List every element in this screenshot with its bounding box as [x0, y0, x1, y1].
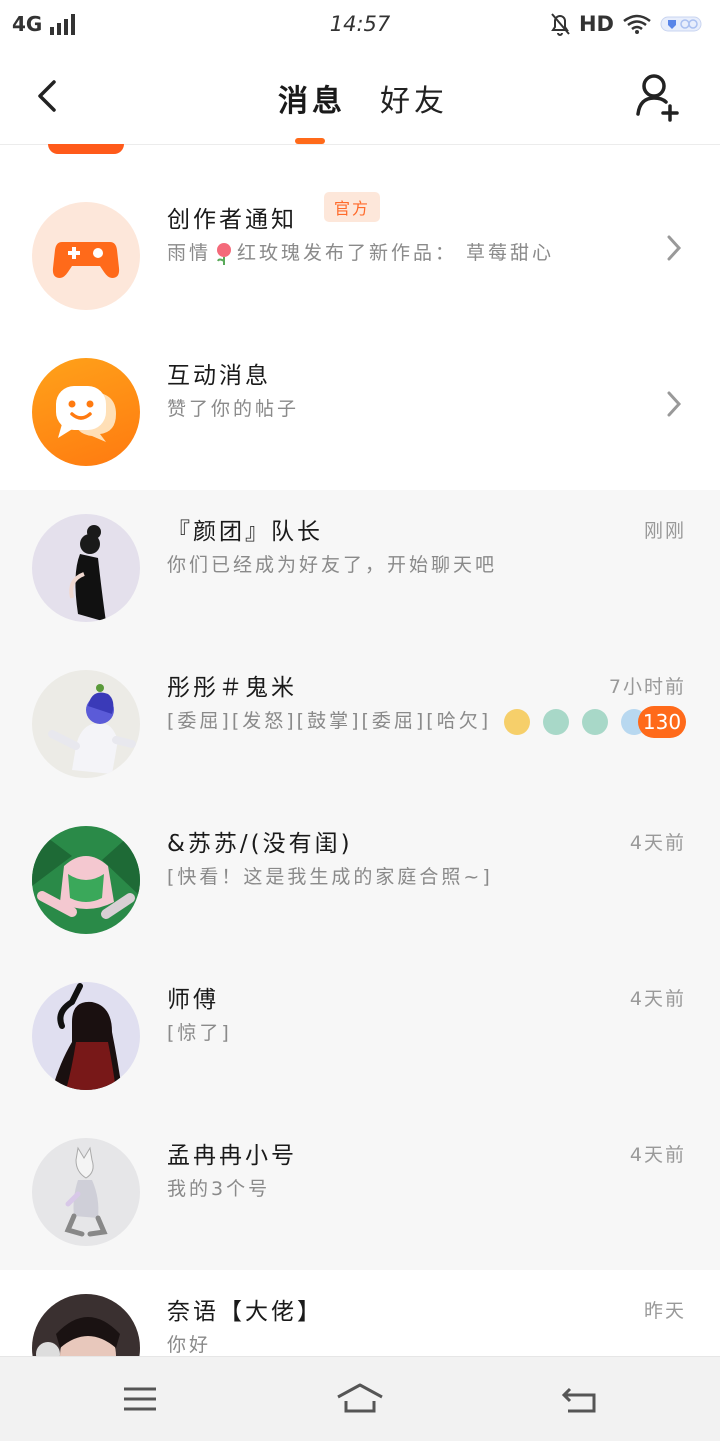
mute-bell-icon	[551, 13, 570, 36]
chat-name: 师傅	[167, 987, 219, 1013]
avatar-image	[64, 1146, 108, 1237]
avatar-image	[52, 983, 122, 1090]
chat-name: 奈语【大佬】	[167, 1299, 323, 1325]
avatar-image	[48, 684, 136, 774]
creator-notification-title: 创作者通知	[167, 207, 297, 233]
chat-time: 刚刚	[643, 520, 686, 542]
chat-preview: [惊了]	[167, 1022, 232, 1044]
interaction-messages-preview: 赞了你的帖子	[167, 398, 300, 420]
chat-row[interactable]: 彤彤＃鬼米 [委屈][发怒][鼓掌][委屈][哈欠] 7小时前 130	[0, 646, 720, 802]
home-icon[interactable]	[336, 1381, 384, 1417]
crying-emoji-icon	[543, 708, 570, 735]
chevron-right-icon	[667, 391, 682, 417]
interaction-messages-row[interactable]: 互动消息 赞了你的帖子	[0, 334, 720, 490]
chat-time: 7小时前	[608, 676, 686, 698]
chevron-right-icon	[667, 235, 682, 261]
return-icon[interactable]	[560, 1381, 600, 1417]
creator-notification-preview: 雨情 红玫瑰发布了新作品： 草莓甜心	[167, 238, 554, 266]
chat-name: 彤彤＃鬼米	[167, 675, 297, 701]
active-tab-indicator	[295, 138, 325, 144]
chat-preview: 我的3个号	[167, 1178, 271, 1200]
chat-row[interactable]: &苏苏/(没有闺) [快看！这是我生成的家庭合照~] 4天前	[0, 802, 720, 958]
top-nav: 消息 好友	[0, 50, 720, 145]
chat-row[interactable]: 奈语【大佬】 你好 昨天	[0, 1270, 720, 1356]
creator-notification-avatar	[32, 202, 140, 310]
avatar	[32, 1138, 140, 1246]
gamepad-icon	[52, 242, 120, 278]
avatar	[32, 514, 140, 622]
chat-name: 『颜团』队长	[167, 519, 323, 545]
chat-row[interactable]: 师傅 [惊了] 4天前	[0, 958, 720, 1114]
chat-name: &苏苏/(没有闺)	[167, 831, 353, 857]
avatar	[32, 670, 140, 778]
chat-time: 4天前	[629, 988, 686, 1010]
chat-preview-text: [委屈][发怒][鼓掌][委屈][哈欠]	[167, 710, 492, 732]
chat-time: 4天前	[629, 1144, 686, 1166]
status-icons: HD	[549, 12, 706, 36]
wifi-icon	[623, 14, 651, 34]
tab-messages[interactable]: 消息	[278, 76, 346, 120]
avatar-image	[69, 525, 106, 622]
battery-icon	[660, 16, 702, 32]
crying-emoji-icon	[582, 708, 609, 735]
preview-suffix: 红玫瑰发布了新作品： 草莓甜心	[237, 242, 555, 264]
rose-icon	[217, 242, 232, 265]
chat-preview: [快看！这是我生成的家庭合照~]	[167, 866, 493, 888]
unread-count-badge: 130	[638, 706, 686, 738]
chat-preview: 你们已经成为好友了，开始聊天吧	[167, 554, 498, 576]
hd-indicator: HD	[578, 12, 614, 36]
creator-notification-row[interactable]: 创作者通知 官方 雨情 红玫瑰发布了新作品： 草莓甜心	[0, 178, 720, 334]
add-friend-icon[interactable]	[632, 70, 684, 122]
chat-row[interactable]: 孟冉冉小号 我的3个号 4天前	[0, 1114, 720, 1270]
interaction-messages-avatar	[32, 358, 140, 466]
chat-preview: [委屈][发怒][鼓掌][委屈][哈欠]	[167, 706, 648, 735]
avatar-image	[32, 826, 140, 919]
chat-time: 4天前	[629, 832, 686, 854]
back-arrow-icon[interactable]	[30, 76, 66, 116]
avatar	[32, 826, 140, 934]
avatar-image	[32, 1294, 140, 1356]
system-nav-bar	[0, 1356, 720, 1441]
chat-name: 孟冉冉小号	[167, 1143, 297, 1169]
preview-prefix: 雨情	[167, 242, 212, 264]
tab-friends[interactable]: 好友	[380, 76, 448, 120]
scrolled-item-avatar-edge	[48, 144, 124, 154]
chat-time: 昨天	[643, 1300, 686, 1322]
official-badge: 官方	[324, 192, 381, 222]
avatar	[32, 982, 140, 1090]
chat-preview: 你好	[167, 1334, 212, 1356]
avatar	[32, 1294, 140, 1356]
chat-row[interactable]: 『颜团』队长 你们已经成为好友了，开始聊天吧 刚刚	[0, 490, 720, 646]
menu-icon[interactable]	[120, 1381, 160, 1417]
chat-bubble-icon	[56, 386, 116, 442]
status-bar: 4G 14:57 HD	[0, 0, 720, 50]
interaction-messages-title: 互动消息	[167, 363, 271, 389]
worried-emoji-icon	[504, 708, 531, 735]
